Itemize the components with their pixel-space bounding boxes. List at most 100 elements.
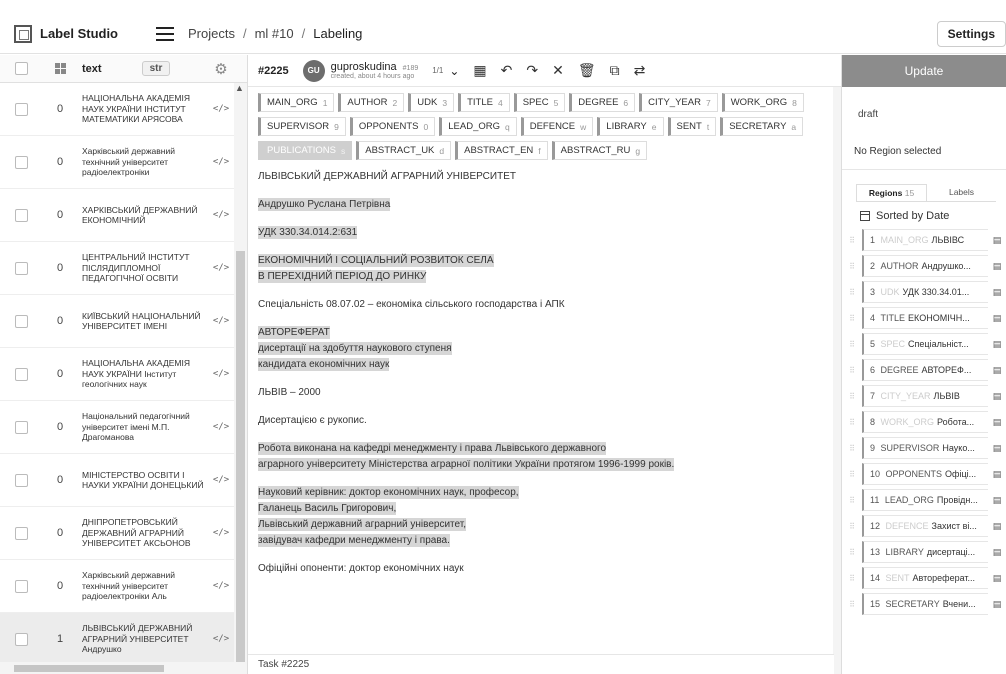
region-box[interactable]: 10 OPPONENTS Офіці...: [862, 463, 988, 485]
row-checkbox[interactable]: [14, 526, 28, 540]
scroll-up-icon[interactable]: ▲: [235, 83, 244, 93]
document-line[interactable]: Львівський державний аграрний університе…: [258, 517, 831, 533]
row-checkbox[interactable]: [14, 420, 28, 434]
region-item[interactable]: ⠿ 5 SPEC Спеціальніст... ▤: [842, 332, 1006, 356]
document-paragraph[interactable]: ЛЬВІВ – 2000: [258, 385, 831, 401]
region-menu-icon[interactable]: ▤: [988, 417, 1006, 428]
region-box[interactable]: 9 SUPERVISOR Науко...: [862, 437, 988, 459]
region-menu-icon[interactable]: ▤: [988, 235, 1006, 246]
label-secretary[interactable]: SECRETARY a: [720, 117, 804, 136]
row-checkbox[interactable]: [14, 102, 28, 116]
region-item[interactable]: ⠿ 7 CITY_YEAR ЛЬВІВ ▤: [842, 384, 1006, 408]
highlighted-region-text[interactable]: завідувач кафедри менеджменту і права.: [258, 534, 450, 547]
document-line[interactable]: АВТОРЕФЕРАТ: [258, 325, 831, 341]
code-icon[interactable]: </>: [213, 634, 229, 645]
highlighted-region-text[interactable]: АВТОРЕФЕРАТ: [258, 326, 330, 339]
document-paragraph[interactable]: Робота виконана на кафедрі менеджменту і…: [258, 441, 831, 473]
region-item[interactable]: ⠿ 2 AUTHOR Андрушко... ▤: [842, 254, 1006, 278]
label-udk[interactable]: UDK 3: [408, 93, 455, 112]
document-paragraph[interactable]: АВТОРЕФЕРАТ дисертації на здобуття науков…: [258, 325, 831, 373]
label-degree[interactable]: DEGREE 6: [569, 93, 636, 112]
region-box[interactable]: 5 SPEC Спеціальніст...: [862, 333, 988, 355]
highlighted-region-text[interactable]: Науковий керівник: доктор економічних на…: [258, 486, 519, 499]
scrollbar-thumb[interactable]: [236, 251, 245, 671]
region-menu-icon[interactable]: ▤: [988, 339, 1006, 350]
chevron-down-icon[interactable]: ⌄: [449, 64, 459, 78]
region-box[interactable]: 3 UDK УДК 330.34.01...: [862, 281, 988, 303]
code-icon[interactable]: </>: [213, 475, 229, 486]
line-text[interactable]: ЛЬВІВ – 2000: [258, 387, 321, 398]
highlighted-region-text[interactable]: Львівський державний аграрний університе…: [258, 518, 467, 531]
drag-handle-icon[interactable]: ⠿: [842, 522, 862, 531]
region-item[interactable]: ⠿ 14 SENT Автореферат... ▤: [842, 566, 1006, 590]
region-box[interactable]: 11 LEAD_ORG Провідн...: [862, 489, 988, 511]
document-line[interactable]: Науковий керівник: доктор економічних на…: [258, 485, 831, 501]
gear-icon[interactable]: ⚙: [214, 60, 227, 78]
highlighted-region-text[interactable]: Галанець Василь Григорович,: [258, 502, 397, 515]
region-menu-icon[interactable]: ▤: [988, 495, 1006, 506]
region-box[interactable]: 7 CITY_YEAR ЛЬВІВ: [862, 385, 988, 407]
region-box[interactable]: 15 SECRETARY Вчени...: [862, 593, 988, 615]
line-text[interactable]: ЛЬВІВСЬКИЙ ДЕРЖАВНИЙ АГРАРНИЙ УНІВЕРСИТЕ…: [258, 171, 516, 182]
document-line[interactable]: Дисертацією є рукопис.: [258, 413, 831, 429]
label-author[interactable]: AUTHOR 2: [338, 93, 405, 112]
region-menu-icon[interactable]: ▤: [988, 443, 1006, 454]
highlighted-region-text[interactable]: кандидата економічних наук: [258, 358, 390, 371]
tab-regions[interactable]: Regions 15: [856, 184, 927, 201]
region-item[interactable]: ⠿ 11 LEAD_ORG Провідн... ▤: [842, 488, 1006, 512]
update-button[interactable]: Update: [842, 55, 1006, 87]
drag-handle-icon[interactable]: ⠿: [842, 392, 862, 401]
region-menu-icon[interactable]: ▤: [988, 391, 1006, 402]
table-row[interactable]: 0 Харківський державний технічний універс…: [0, 560, 247, 613]
label-publications[interactable]: PUBLICATIONS s: [258, 141, 353, 160]
row-checkbox[interactable]: [14, 632, 28, 646]
highlighted-region-text[interactable]: В ПЕРЕХІДНИЙ ПЕРІОД ДО РИНКУ: [258, 270, 427, 283]
document-line[interactable]: Андрушко Руслана Петрівна: [258, 197, 831, 213]
region-menu-icon[interactable]: ▤: [988, 547, 1006, 558]
menu-icon[interactable]: [156, 26, 174, 41]
close-icon[interactable]: ✕: [552, 62, 564, 79]
table-row[interactable]: 0 НАЦІОНАЛЬНА АКАДЕМІЯ НАУК УКРАЇНИ ІНСТИ…: [0, 83, 247, 136]
code-icon[interactable]: </>: [213, 104, 229, 115]
drag-handle-icon[interactable]: ⠿: [842, 444, 862, 453]
region-menu-icon[interactable]: ▤: [988, 521, 1006, 532]
drag-handle-icon[interactable]: ⠿: [842, 574, 862, 583]
region-item[interactable]: ⠿ 8 WORK_ORG Робота... ▤: [842, 410, 1006, 434]
label-sent[interactable]: SENT t: [667, 117, 717, 136]
label-spec[interactable]: SPEC 5: [513, 93, 566, 112]
breadcrumb-project[interactable]: ml #10: [255, 26, 294, 41]
code-icon[interactable]: </>: [213, 210, 229, 221]
document-paragraph[interactable]: Науковий керівник: доктор економічних на…: [258, 485, 831, 549]
region-box[interactable]: 4 TITLE ЕКОНОМІЧН...: [862, 307, 988, 329]
document-paragraph[interactable]: Спеціальність 08.07.02 – економіка сільс…: [258, 297, 831, 313]
region-menu-icon[interactable]: ▤: [988, 599, 1006, 610]
region-item[interactable]: ⠿ 12 DEFENCE Захист ві... ▤: [842, 514, 1006, 538]
code-icon[interactable]: </>: [213, 528, 229, 539]
redo-icon[interactable]: ↷: [526, 62, 538, 79]
column-header-text[interactable]: text: [82, 63, 102, 75]
highlighted-region-text[interactable]: аграрного університету Міністерства агра…: [258, 458, 675, 471]
region-box[interactable]: 2 AUTHOR Андрушко...: [862, 255, 988, 277]
highlighted-region-text[interactable]: Андрушко Руслана Петрівна: [258, 198, 391, 211]
drag-handle-icon[interactable]: ⠿: [842, 470, 862, 479]
label-opponents[interactable]: OPPONENTS 0: [349, 117, 436, 136]
row-checkbox[interactable]: [14, 579, 28, 593]
drag-handle-icon[interactable]: ⠿: [842, 262, 862, 271]
sort-control[interactable]: Sorted by Date: [860, 210, 1006, 222]
code-icon[interactable]: </>: [213, 369, 229, 380]
region-box[interactable]: 1 MAIN_ORG ЛЬВІВС: [862, 229, 988, 251]
document-line[interactable]: дисертації на здобуття наукового ступеня: [258, 341, 831, 357]
line-text[interactable]: Спеціальність 08.07.02 – економіка сільс…: [258, 299, 565, 310]
highlighted-region-text[interactable]: ЕКОНОМІЧНИЙ І СОЦІАЛЬНИЙ РОЗВИТОК СЕЛА: [258, 254, 494, 267]
label-supervisor[interactable]: SUPERVISOR 9: [258, 117, 346, 136]
row-checkbox[interactable]: [14, 261, 28, 275]
line-text[interactable]: Дисертацією є рукопис.: [258, 415, 367, 426]
label-main-org[interactable]: MAIN_ORG 1: [258, 93, 335, 112]
document-line[interactable]: УДК 330.34.014.2:631: [258, 225, 831, 241]
code-icon[interactable]: </>: [213, 581, 229, 592]
code-icon[interactable]: </>: [213, 422, 229, 433]
code-icon[interactable]: </>: [213, 316, 229, 327]
document-paragraph[interactable]: Андрушко Руслана Петрівна: [258, 197, 831, 213]
drag-handle-icon[interactable]: ⠿: [842, 314, 862, 323]
label-library[interactable]: LIBRARY e: [597, 117, 664, 136]
